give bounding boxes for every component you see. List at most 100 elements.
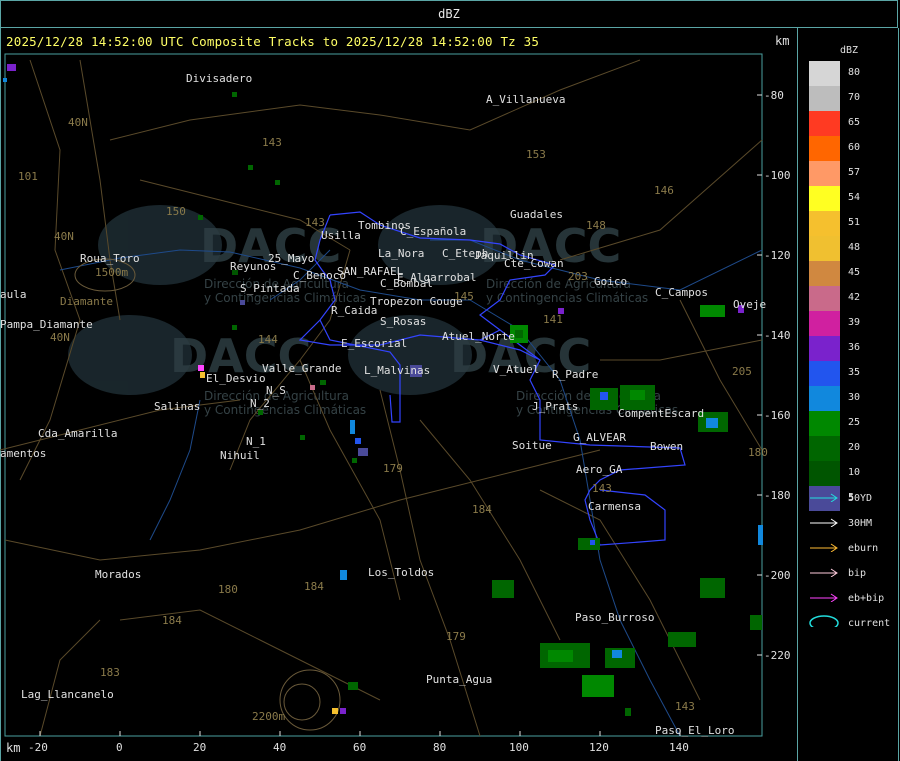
legend-value-36: 36 [848, 342, 861, 353]
legend-swatch-80 [809, 61, 840, 86]
track-label-current: current [848, 618, 891, 629]
track-label-30HM: 30HM [848, 518, 873, 529]
legend-swatch-20 [809, 436, 840, 461]
place-a-villanueva: A_Villanueva [486, 93, 565, 106]
place-atuel-norte: Atuel_Norte [442, 330, 515, 343]
road-141: 141 [543, 313, 563, 326]
legend-swatch-65 [809, 111, 840, 136]
x-tick-100: 100 [509, 741, 529, 754]
legend-swatch-35 [809, 361, 840, 386]
place-roua-toro: Roua_Toro [80, 252, 140, 265]
legend-swatch-42 [809, 286, 840, 311]
place-oveje: Oveje [733, 298, 766, 311]
road-145: 145 [454, 290, 474, 303]
place-g-alvear: G_ALVEAR [573, 431, 626, 444]
place-morados: Morados [95, 568, 141, 581]
legend-value-20: 20 [848, 442, 861, 453]
y-tick-m140: -140 [764, 329, 791, 342]
place-nihuil: Nihuil [220, 449, 260, 462]
x-tick-20: 20 [193, 741, 206, 754]
road-179b: 179 [446, 630, 466, 643]
road-180b: 180 [748, 446, 768, 459]
track-icon-current [809, 615, 839, 627]
track-icon-50YD [810, 493, 838, 502]
place-n2: N_2 [250, 397, 270, 410]
x-tick-80: 80 [433, 741, 446, 754]
x-tick-60: 60 [353, 741, 366, 754]
place-n1: N_1 [246, 435, 266, 448]
place-compentescard: CompentEscard [618, 407, 704, 420]
legend-value-54: 54 [848, 192, 861, 203]
road-183: 183 [100, 666, 120, 679]
legend-value-60: 60 [848, 142, 861, 153]
composite-subtitle: 2025/12/28 14:52:00 UTC Composite Tracks… [6, 34, 540, 49]
watermark-sub-6: y Contingencias Climáticas [204, 403, 366, 417]
x-tick-120: 120 [589, 741, 609, 754]
place-diamante: Diamante [60, 295, 113, 308]
place-lag-llancanelo: Lag_Llancanelo [21, 688, 114, 701]
place-aula: aula [0, 288, 27, 301]
place-usilla: Usilla [321, 229, 361, 242]
legend-value-65: 65 [848, 117, 861, 128]
x-tick-140: 140 [669, 741, 689, 754]
road-148: 148 [586, 219, 606, 232]
legend-swatch-54 [809, 186, 840, 211]
legend-value-45: 45 [848, 267, 861, 278]
legend-swatch-48 [809, 236, 840, 261]
road-180a: 180 [218, 583, 238, 596]
place-r-padre: R_Padre [552, 368, 598, 381]
legend-swatch-45 [809, 261, 840, 286]
place-c-espanola: C_Española [400, 225, 466, 238]
place-punta-agua: Punta_Agua [426, 673, 492, 686]
radar-map[interactable]: DACC DACC DACC DACC Dirección de Agricul… [0, 0, 900, 761]
legend-value-30: 30 [848, 392, 861, 403]
alt-1500m: 1500m [95, 266, 128, 279]
km-label-top: km [775, 34, 790, 48]
legend-value-25: 25 [848, 417, 861, 428]
legend-swatch-36 [809, 336, 840, 361]
legend-swatch-39 [809, 311, 840, 336]
road-184a: 184 [472, 503, 492, 516]
road-150: 150 [166, 205, 186, 218]
road-40n-b: 40N [54, 230, 74, 243]
place-amentos: amentos [0, 447, 46, 460]
place-paso-el-loro: Paso_El_Loro [655, 724, 734, 737]
place-divisadero: Divisadero [186, 72, 252, 85]
y-tick-m120: -120 [764, 249, 791, 262]
legend-swatch-10 [809, 461, 840, 486]
place-guadales: Guadales [510, 208, 563, 221]
place-aero-ga: Aero_GA [576, 463, 623, 476]
alt-2200m: 2200m [252, 710, 285, 723]
track-label-eb-bip: eb+bip [848, 593, 885, 604]
road-153: 153 [526, 148, 546, 161]
place-c-campos: C_Campos [655, 286, 708, 299]
x-tick-0: 0 [116, 741, 123, 754]
place-c-bombal: C_Bombal [380, 277, 433, 290]
legend-value-42: 42 [848, 292, 861, 303]
y-tick-m100: -100 [764, 169, 791, 182]
place-el-desvio: El_Desvio [206, 372, 266, 385]
road-144: 144 [258, 333, 278, 346]
x-axis: -20 0 20 40 60 80 100 120 140 [28, 731, 689, 754]
place-e-escorial: E_Escorial [341, 337, 407, 350]
place-r-caida: R_Caida [331, 304, 377, 317]
track-icon-30HM [810, 518, 838, 527]
track-label-bip: bip [848, 568, 867, 579]
legend-swatch-70 [809, 86, 840, 111]
track-label-50YD: 50YD [848, 493, 873, 504]
track-icon-eburn [810, 543, 838, 552]
place-paso-burroso: Paso_Burroso [575, 611, 654, 624]
legend-swatch-57 [809, 161, 840, 186]
y-tick-m220: -220 [764, 649, 791, 662]
legend-value-39: 39 [848, 317, 861, 328]
legend-value-48: 48 [848, 242, 861, 253]
track-icon-eb-bip [810, 593, 838, 602]
watermark-sub-4: y Contingencias Climáticas [486, 291, 648, 305]
place-bowen: Bowen [650, 440, 683, 453]
place-cte-cowan: Cte_Cowan [504, 257, 564, 270]
road-40n-c: 40N [50, 331, 70, 344]
legend-title: dBZ [840, 45, 859, 56]
road-184b: 184 [304, 580, 324, 593]
x-tick-40: 40 [273, 741, 286, 754]
road-179a: 179 [383, 462, 403, 475]
